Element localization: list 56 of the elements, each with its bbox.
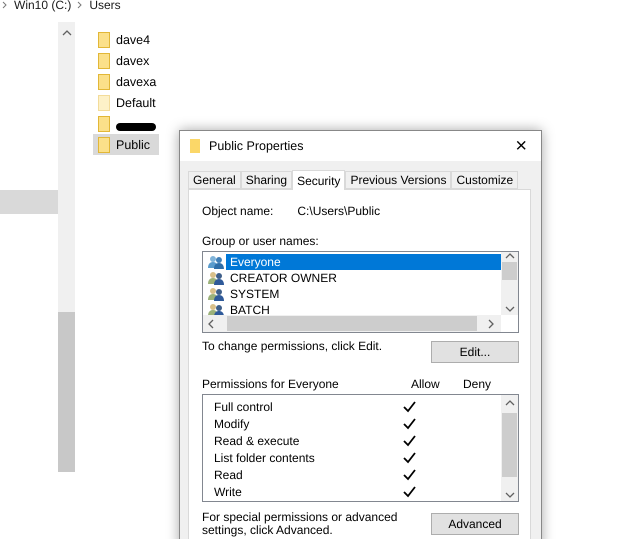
object-name: C:\Users\Public: [297, 204, 380, 218]
folder-item[interactable]: Public: [93, 134, 159, 155]
permission-name: List folder contents: [214, 451, 316, 466]
permission-name: Write: [214, 485, 243, 500]
scrollbar[interactable]: [58, 22, 75, 472]
folder-icon: [98, 52, 110, 68]
chevron-icon: [77, 1, 84, 9]
hint-text: To change permissions, click Edit.: [202, 339, 382, 353]
section-label: Group or user names:: [202, 234, 320, 248]
folder-name: dave4: [116, 32, 150, 46]
users-icon: [208, 271, 224, 285]
permission-name: Modify: [214, 416, 250, 431]
group-item[interactable]: SYSTEM: [226, 286, 284, 302]
permission-name: Full control: [214, 400, 274, 414]
group-item[interactable]: CREATOR OWNER: [226, 270, 341, 286]
folder-name: Public: [116, 138, 150, 152]
tab[interactable]: Sharing: [240, 171, 292, 189]
folder-item[interactable]: davexa: [93, 71, 159, 92]
scrollbar[interactable]: [501, 252, 518, 315]
hint-text: For special permissions or advanced settings, click Advanced.: [202, 511, 398, 537]
column-header: Allow: [411, 377, 441, 391]
folder-icon: [98, 116, 110, 132]
edit-button[interactable]: Edit...: [431, 341, 519, 363]
folder-icon: [98, 74, 110, 90]
tab[interactable]: Customize: [451, 171, 518, 189]
field-label: Object name:: [202, 204, 274, 218]
folder-icon: [98, 32, 110, 48]
window-title: Public Properties: [209, 139, 304, 153]
permission-name: Read: [214, 468, 244, 482]
close-button[interactable]: ×: [511, 136, 531, 156]
tab[interactable]: Previous Versions: [345, 171, 452, 189]
users-icon: [208, 255, 224, 269]
users-icon: [208, 287, 224, 301]
tab[interactable]: Security: [292, 170, 346, 190]
section-label: Permissions for Everyone: [202, 377, 340, 391]
folder-item[interactable]: dave4: [93, 29, 159, 50]
scrollbar[interactable]: [203, 315, 501, 332]
tab[interactable]: General: [188, 171, 241, 189]
redaction-mark: [116, 122, 156, 130]
folder-item[interactable]: Default: [93, 92, 159, 113]
group-item[interactable]: Everyone: [226, 254, 501, 270]
column-header: Deny: [463, 377, 492, 391]
permission-name: Read & execute: [214, 434, 300, 448]
folder-name: Default: [116, 96, 156, 110]
breadcrumb-item[interactable]: Win10 (C:): [14, 0, 72, 12]
folder-name: davexa: [116, 74, 156, 88]
folder-icon: [98, 136, 110, 152]
folder-item[interactable]: davex: [93, 50, 159, 71]
breadcrumb-item[interactable]: Users: [89, 0, 121, 12]
scrollbar[interactable]: [501, 395, 518, 501]
advanced-button[interactable]: Advanced: [431, 513, 519, 535]
chevron-icon: [2, 1, 8, 9]
group-item[interactable]: BATCH: [226, 302, 274, 315]
folder-icon: [190, 139, 200, 153]
folder-icon: [98, 94, 110, 110]
folder-name: davex: [116, 54, 150, 68]
